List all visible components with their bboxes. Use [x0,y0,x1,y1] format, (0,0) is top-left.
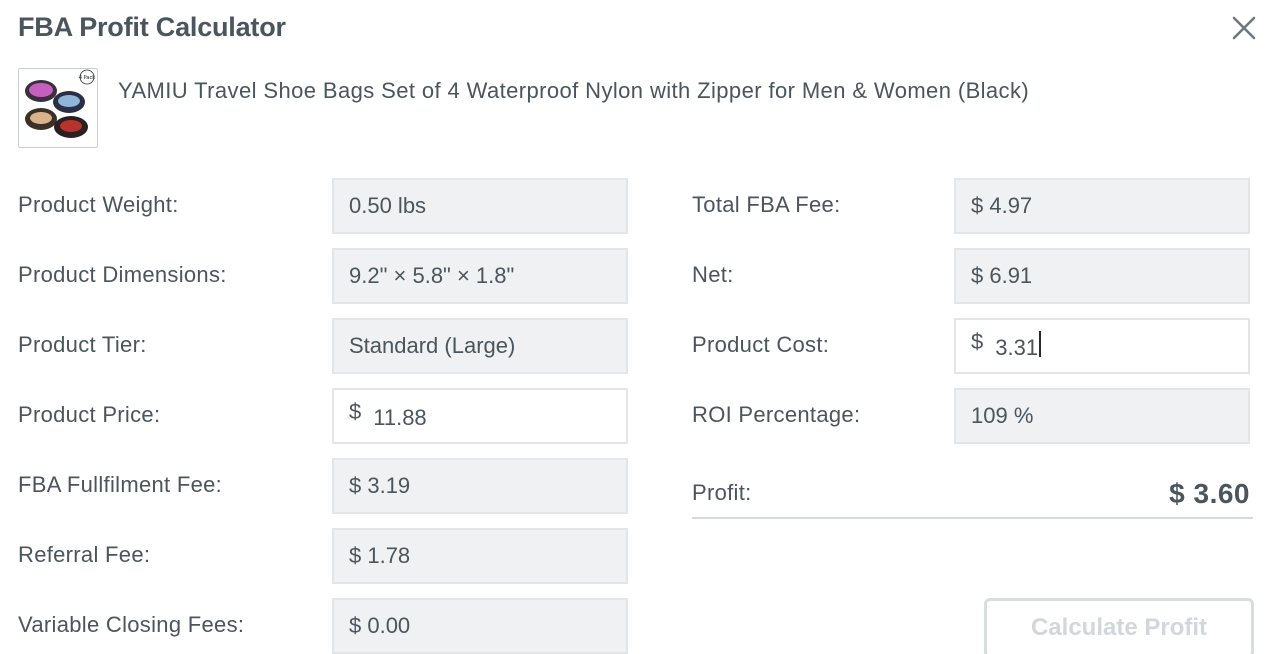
roi-percentage-label: ROI Percentage: [692,402,861,427]
net-field: $ 6.91 [954,248,1250,304]
product-price-value[interactable]: 11.88 [373,390,426,446]
total-fba-fee-value: $ 4.97 [971,193,1033,218]
product-thumbnail: 4 Pack [18,68,98,148]
product-dimensions-field: 9.2" × 5.8" × 1.8" [332,248,628,304]
product-tier-value: Standard (Large) [349,333,516,358]
product-dimensions-value: 9.2" × 5.8" × 1.8" [349,263,515,288]
product-weight-value: 0.50 lbs [349,193,427,218]
variable-closing-fees-field: $ 0.00 [332,598,628,654]
close-icon[interactable] [1228,12,1260,44]
fba-fulfilment-fee-label: FBA Fullfilment Fee: [18,472,223,497]
product-cost-value[interactable]: 3.31 [995,320,1041,376]
fba-fulfilment-fee-field: $ 3.19 [332,458,628,514]
product-tier-field: Standard (Large) [332,318,628,374]
total-fba-fee-label: Total FBA Fee: [692,192,841,217]
product-dimensions-label: Product Dimensions: [18,262,227,287]
product-tier-label: Product Tier: [18,332,147,357]
calculate-profit-button[interactable]: Calculate Profit [984,598,1254,654]
profit-label: Profit: [692,480,752,505]
profit-value: $ 3.60 [1169,478,1250,509]
currency-symbol: $ [349,399,362,424]
thumb-badge: 4 Pack [79,75,95,81]
currency-symbol: $ [971,329,984,354]
dialog-title: FBA Profit Calculator [18,12,286,42]
variable-closing-fees-label: Variable Closing Fees: [18,612,245,637]
net-label: Net: [692,262,734,287]
roi-percentage-field: 109 % [954,388,1250,444]
text-caret [1039,331,1041,357]
product-price-label: Product Price: [18,402,161,427]
product-cost-label: Product Cost: [692,332,830,357]
referral-fee-field: $ 1.78 [332,528,628,584]
fba-fulfilment-fee-value: $ 3.19 [349,473,411,498]
product-price-input[interactable]: $ 11.88 [332,388,628,444]
profit-divider [692,517,1253,519]
product-name: YAMIU Travel Shoe Bags Set of 4 Waterpro… [118,78,1030,103]
total-fba-fee-field: $ 4.97 [954,178,1250,234]
net-value: $ 6.91 [971,263,1033,288]
referral-fee-value: $ 1.78 [349,543,411,568]
variable-closing-fees-value: $ 0.00 [349,613,411,638]
product-weight-label: Product Weight: [18,192,179,217]
roi-percentage-value: 109 % [971,403,1034,428]
product-cost-input[interactable]: $ 3.31 [954,318,1250,374]
product-cost-text[interactable]: 3.31 [995,335,1038,360]
fba-profit-calculator-dialog: FBA Profit Calculator 4 Pack YAMIU Trave… [0,0,1276,654]
product-weight-field: 0.50 lbs [332,178,628,234]
referral-fee-label: Referral Fee: [18,542,151,567]
